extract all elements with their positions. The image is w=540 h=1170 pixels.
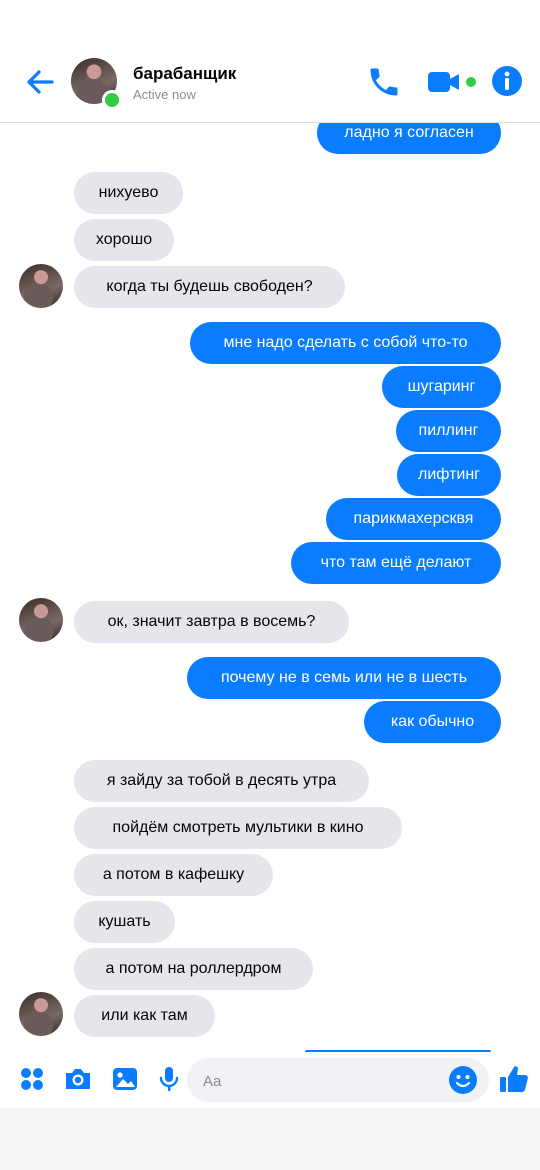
system-navigation-bar (0, 1108, 540, 1170)
message-bubble[interactable]: что там ещё делают (291, 542, 501, 584)
message-bubble[interactable]: а потом в кафешку (74, 854, 273, 896)
contact-status: Active now (133, 87, 196, 102)
image-icon[interactable] (110, 1064, 140, 1094)
message-bubble[interactable]: хорошо (74, 219, 174, 261)
contact-avatar[interactable] (19, 264, 63, 308)
message-bubble[interactable]: лифтинг (397, 454, 501, 496)
message-composer (0, 1052, 540, 1108)
message-thread[interactable]: ладно я согласен нихуево хорошо когда ты… (0, 0, 540, 1170)
message-input[interactable] (201, 1058, 445, 1104)
message-bubble[interactable]: ок, значит завтра в восемь? (74, 601, 349, 643)
contact-avatar[interactable] (19, 992, 63, 1036)
phone-icon[interactable] (366, 64, 402, 100)
back-arrow-icon[interactable] (22, 64, 58, 100)
contact-avatar[interactable] (19, 598, 63, 642)
message-bubble[interactable]: пойдём смотреть мультики в кино (74, 807, 402, 849)
video-camera-icon[interactable] (426, 68, 478, 96)
microphone-icon[interactable] (154, 1064, 184, 1094)
active-status-dot (102, 90, 122, 110)
info-icon[interactable] (490, 64, 524, 98)
message-bubble[interactable]: или как там (74, 995, 215, 1037)
message-bubble[interactable]: кушать (74, 901, 175, 943)
chat-header: барабанщик Active now (0, 0, 540, 123)
message-bubble[interactable]: я зайду за тобой в десять утра (74, 760, 369, 802)
message-bubble[interactable]: когда ты будешь свободен? (74, 266, 345, 308)
message-bubble[interactable]: мне надо сделать с собой что-то (190, 322, 501, 364)
thumbs-up-icon[interactable] (498, 1063, 530, 1095)
message-bubble[interactable]: почему не в семь или не в шесть (187, 657, 501, 699)
message-bubble[interactable]: пиллинг (396, 410, 501, 452)
message-bubble[interactable]: а потом на роллердром (74, 948, 313, 990)
message-bubble[interactable]: нихуево (74, 172, 183, 214)
message-bubble[interactable]: шугаринг (382, 366, 501, 408)
smiley-icon[interactable] (448, 1065, 478, 1095)
contact-name[interactable]: барабанщик (133, 64, 236, 84)
message-bubble[interactable]: парикмахерсквя (326, 498, 501, 540)
message-input-container (187, 1058, 489, 1104)
message-bubble[interactable]: как обычно (364, 701, 501, 743)
camera-icon[interactable] (63, 1064, 93, 1094)
four-dots-icon[interactable] (17, 1064, 47, 1094)
